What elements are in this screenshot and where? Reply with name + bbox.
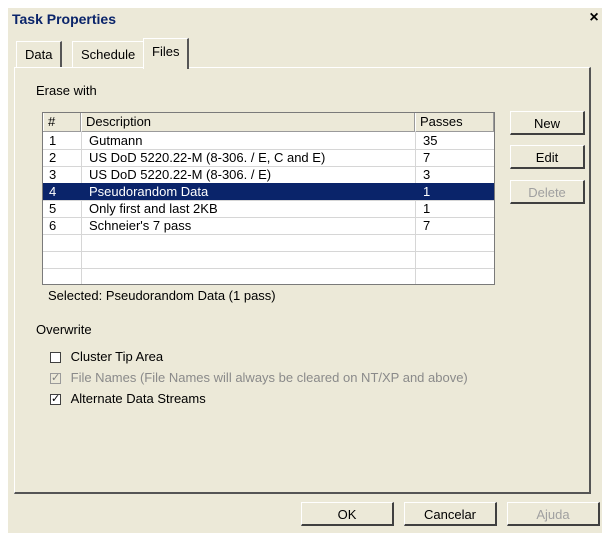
cluster-tip-checkbox[interactable] [50, 352, 61, 364]
row-description: US DoD 5220.22-M (8-306. / E) [89, 167, 272, 182]
overwrite-label: Overwrite [36, 322, 92, 337]
list-item-empty [43, 234, 494, 252]
erase-method-list[interactable]: # Description Passes 1 Gutmann 35 2 US D… [42, 112, 495, 285]
tab-schedule[interactable]: Schedule [72, 41, 146, 68]
tab-files[interactable]: Files [143, 38, 190, 69]
tab-data-label: Data [25, 47, 53, 62]
alternate-data-streams-option[interactable]: ✓ Alternate Data Streams [50, 391, 206, 406]
list-item[interactable]: 1 Gutmann 35 [43, 132, 494, 150]
column-header-number[interactable]: # [43, 113, 81, 131]
row-description: Only first and last 2KB [89, 201, 218, 216]
row-description: US DoD 5220.22-M (8-306. / E, C and E) [89, 150, 326, 165]
task-properties-dialog: Task Properties × Data Schedule Files Er… [8, 8, 602, 533]
ok-button[interactable]: OK [301, 502, 394, 526]
column-header-passes[interactable]: Passes [415, 113, 494, 131]
file-names-label: File Names (File Names will always be cl… [70, 370, 468, 385]
list-item[interactable]: 6 Schneier's 7 pass 7 [43, 217, 494, 235]
delete-button[interactable]: Delete [510, 180, 585, 204]
row-number: 1 [49, 133, 57, 148]
row-passes: 7 [423, 150, 431, 165]
row-description: Gutmann [89, 133, 143, 148]
alternate-data-streams-checkbox[interactable]: ✓ [50, 394, 61, 406]
tab-data[interactable]: Data [16, 41, 63, 68]
erase-with-label: Erase with [36, 83, 97, 98]
row-number: 5 [49, 201, 57, 216]
tab-schedule-label: Schedule [81, 47, 136, 62]
row-number: 4 [49, 184, 57, 199]
row-number: 2 [49, 150, 57, 165]
list-item-selected[interactable]: 4 Pseudorandom Data 1 [43, 183, 494, 201]
row-passes: 1 [423, 201, 431, 216]
list-item[interactable]: 5 Only first and last 2KB 1 [43, 200, 494, 218]
list-item[interactable]: 3 US DoD 5220.22-M (8-306. / E) 3 [43, 166, 494, 184]
column-header-description[interactable]: Description [81, 113, 415, 131]
row-description: Pseudorandom Data [89, 184, 209, 199]
row-passes: 35 [423, 133, 438, 148]
row-passes: 7 [423, 218, 431, 233]
file-names-option: ✓ File Names (File Names will always be … [50, 370, 468, 385]
new-button[interactable]: New [510, 111, 585, 135]
title-bar: Task Properties × [8, 8, 602, 32]
list-header: # Description Passes [43, 113, 494, 132]
row-passes: 3 [423, 167, 431, 182]
tab-files-label: Files [152, 44, 180, 59]
file-names-checkbox: ✓ [50, 372, 61, 385]
edit-button[interactable]: Edit [510, 145, 585, 169]
cluster-tip-label: Cluster Tip Area [70, 349, 164, 364]
alternate-data-streams-label: Alternate Data Streams [70, 391, 206, 406]
row-number: 3 [49, 167, 57, 182]
cluster-tip-area-option[interactable]: Cluster Tip Area [50, 349, 163, 364]
cancel-button[interactable]: Cancelar [404, 502, 497, 526]
close-icon[interactable]: × [586, 9, 602, 27]
list-item-empty [43, 251, 494, 269]
row-description: Schneier's 7 pass [89, 218, 192, 233]
help-button[interactable]: Ajuda [507, 502, 600, 526]
window-title: Task Properties [12, 11, 117, 27]
row-number: 6 [49, 218, 57, 233]
row-passes: 1 [423, 184, 431, 199]
list-item[interactable]: 2 US DoD 5220.22-M (8-306. / E, C and E)… [43, 149, 494, 167]
selected-method-text: Selected: Pseudorandom Data (1 pass) [48, 288, 276, 303]
